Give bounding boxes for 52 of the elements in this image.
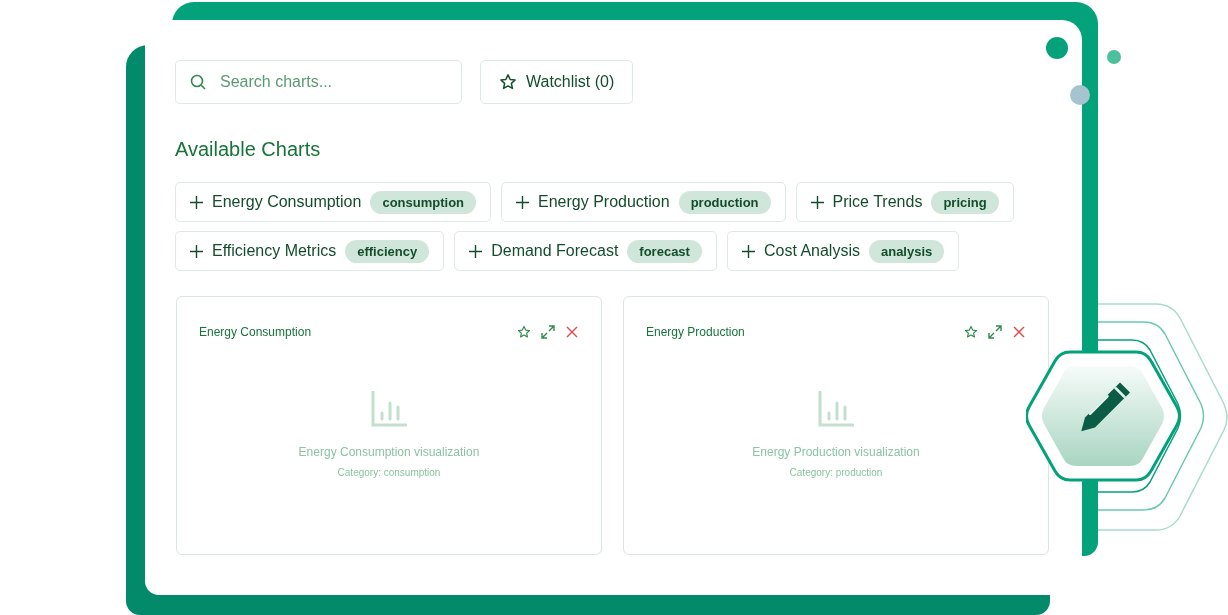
category-tag: analysis <box>868 239 945 263</box>
expand-button[interactable] <box>541 325 555 339</box>
plus-icon <box>741 244 755 258</box>
chip-label: Energy Production <box>538 193 670 211</box>
placeholder-caption: Energy Consumption visualization <box>298 445 480 459</box>
chart-chip[interactable]: Efficiency Metrics efficiency <box>175 231 445 271</box>
star-button[interactable] <box>517 325 531 339</box>
category-tag: forecast <box>627 239 702 263</box>
chip-label: Energy Consumption <box>212 193 362 211</box>
bar-chart-icon <box>818 391 854 427</box>
chart-chip[interactable]: Price Trends pricing <box>795 182 1014 222</box>
chart-chip[interactable]: Energy Production production <box>501 182 786 222</box>
category-tag: production <box>678 190 771 214</box>
star-icon <box>964 325 978 339</box>
dot <box>1070 85 1090 105</box>
plus-icon <box>516 195 530 209</box>
card-title: Energy Consumption <box>199 325 312 339</box>
plus-icon <box>469 244 483 258</box>
expand-icon <box>541 325 555 339</box>
chip-label: Cost Analysis <box>763 242 860 260</box>
close-icon <box>565 325 579 339</box>
section-heading: Available Charts <box>175 138 322 160</box>
category-caption: Category: production <box>789 467 883 478</box>
dot <box>1107 50 1121 64</box>
expand-icon <box>988 325 1002 339</box>
bar-chart-icon <box>371 391 407 427</box>
star-button[interactable] <box>964 325 978 339</box>
chart-chip[interactable]: Demand Forecast forecast <box>454 231 717 271</box>
dot <box>1046 37 1068 59</box>
chart-chip[interactable]: Energy Consumption consumption <box>175 182 492 222</box>
search-icon <box>190 74 206 90</box>
category-tag: efficiency <box>345 239 430 263</box>
expand-button[interactable] <box>988 325 1002 339</box>
category-caption: Category: consumption <box>337 467 441 478</box>
plus-icon <box>810 195 824 209</box>
placeholder-caption: Energy Production visualization <box>752 445 920 459</box>
close-icon <box>1012 325 1026 339</box>
chip-label: Demand Forecast <box>491 242 619 260</box>
star-icon <box>517 325 531 339</box>
close-button[interactable] <box>565 325 579 339</box>
close-button[interactable] <box>1012 325 1026 339</box>
chip-label: Efficiency Metrics <box>212 242 337 260</box>
category-tag: consumption <box>370 190 477 214</box>
chip-label: Price Trends <box>832 193 923 211</box>
chart-chip[interactable]: Cost Analysis analysis <box>726 231 960 271</box>
plus-icon <box>190 244 203 258</box>
category-tag: pricing <box>931 190 999 214</box>
watchlist-button[interactable]: Watchlist (0) <box>480 60 634 104</box>
star-icon <box>499 73 517 91</box>
search-field[interactable]: Search charts... <box>175 60 462 104</box>
card-title: Energy Production <box>646 325 745 339</box>
plus-icon <box>190 195 203 209</box>
